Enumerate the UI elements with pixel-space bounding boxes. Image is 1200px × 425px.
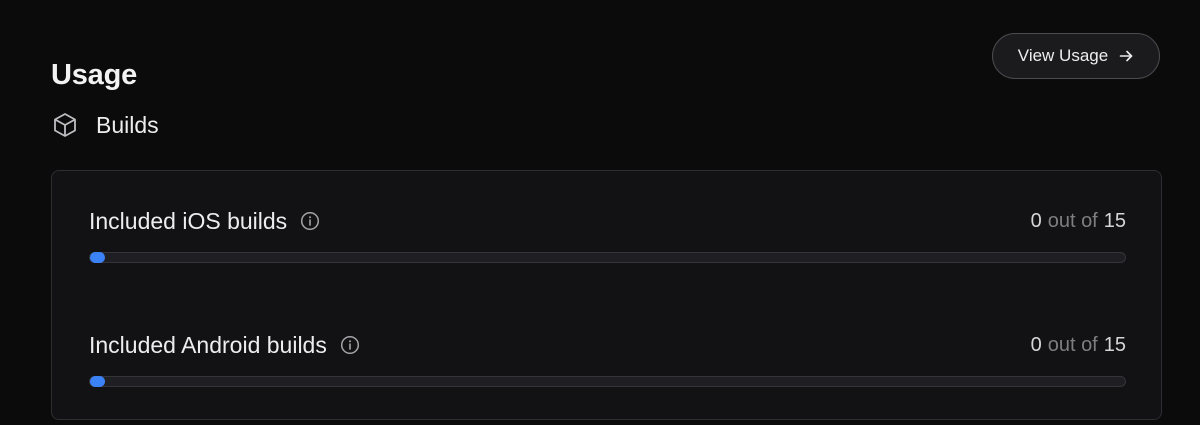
limit-count: 15: [1103, 209, 1126, 232]
progress-fill: [90, 252, 105, 263]
info-icon[interactable]: [340, 335, 360, 355]
usage-count: 0 out of 15: [1031, 331, 1126, 359]
progress-bar: [89, 376, 1126, 387]
page-title: Usage: [51, 59, 138, 92]
info-icon[interactable]: [300, 211, 320, 231]
usage-label: Included Android builds: [89, 331, 327, 358]
count-separator: out of: [1047, 209, 1098, 232]
count-separator: out of: [1047, 333, 1098, 356]
usage-label: Included iOS builds: [89, 207, 288, 234]
section-title: Builds: [96, 111, 159, 138]
view-usage-button[interactable]: View Usage: [992, 33, 1160, 79]
progress-bar: [89, 252, 1126, 263]
limit-count: 15: [1103, 333, 1126, 356]
usage-row-ios: Included iOS builds 0 out of 15: [89, 207, 1126, 263]
view-usage-label: View Usage: [1017, 46, 1109, 65]
builds-section-header: Builds: [51, 109, 159, 141]
usage-count: 0 out of 15: [1031, 207, 1126, 235]
arrow-right-icon: [1118, 48, 1134, 64]
builds-card: Included iOS builds 0 out of 15 Included…: [51, 170, 1162, 420]
used-count: 0: [1030, 333, 1042, 356]
used-count: 0: [1030, 209, 1042, 232]
usage-row-android: Included Android builds 0 out of 15: [89, 331, 1126, 387]
progress-fill: [90, 376, 105, 387]
cube-icon: [51, 111, 79, 139]
